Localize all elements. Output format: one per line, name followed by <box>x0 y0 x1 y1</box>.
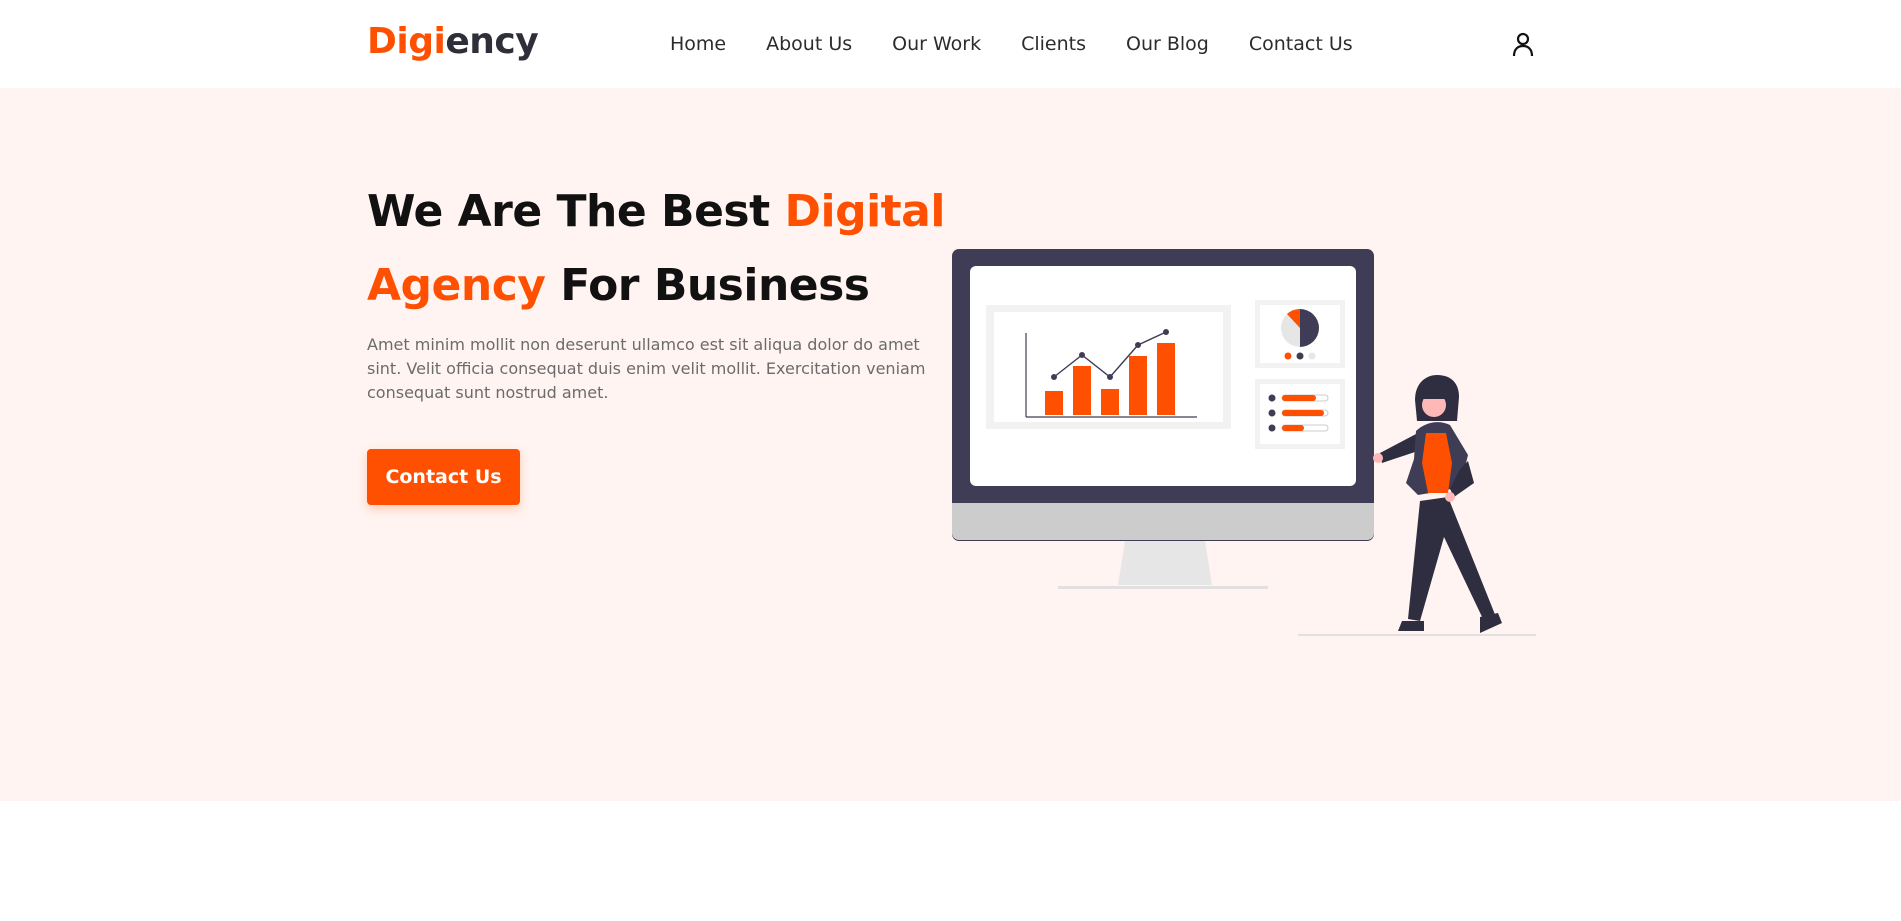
contact-us-button[interactable]: Contact Us <box>367 449 520 505</box>
logo-part2: ency <box>445 21 539 62</box>
list-dot <box>1268 409 1276 417</box>
person-hand <box>1445 492 1455 502</box>
chart-point <box>1163 329 1169 335</box>
hero-headline: We Are The Best Digital Agency For Busin… <box>367 175 947 323</box>
chart-point <box>1135 342 1141 348</box>
nav-about-us[interactable]: About Us <box>766 30 852 58</box>
nav-contact-us[interactable]: Contact Us <box>1249 30 1353 58</box>
list-bar-fill <box>1282 425 1304 431</box>
nav-our-work[interactable]: Our Work <box>892 30 981 58</box>
chart-bar <box>1045 391 1063 415</box>
list-bar-fill <box>1282 395 1316 401</box>
chart-point <box>1079 352 1085 358</box>
monitor-stand <box>1118 541 1212 585</box>
person-shoe <box>1398 621 1424 631</box>
person-pants <box>1408 497 1496 621</box>
logo[interactable]: Digiency <box>367 18 539 66</box>
hero-illustration <box>952 249 1536 636</box>
hero-description: Amet minim mollit non deserunt ullamco e… <box>367 335 926 402</box>
list-dot <box>1268 394 1276 402</box>
chart-bar <box>1157 343 1175 415</box>
headline-part2: For Business <box>545 260 870 311</box>
user-icon[interactable] <box>1510 30 1536 58</box>
site-header: Digiency Home About Us Our Work Clients … <box>0 0 1901 88</box>
monitor-chin <box>952 503 1374 540</box>
headline-part1: We Are The Best <box>367 186 785 237</box>
nav-home[interactable]: Home <box>670 30 726 58</box>
monitor-base <box>1058 586 1268 589</box>
chart-bar <box>1073 366 1091 415</box>
nav-our-blog[interactable]: Our Blog <box>1126 30 1209 58</box>
list-bar-fill <box>1282 410 1324 416</box>
person-figure <box>1373 375 1502 633</box>
pie-legend-dot <box>1296 352 1304 360</box>
chart-point <box>1051 374 1057 380</box>
logo-part1: Digi <box>367 21 446 62</box>
ground-line <box>1298 634 1536 636</box>
chart-bar <box>1101 389 1119 415</box>
person-hand <box>1373 453 1383 463</box>
chart-point <box>1107 374 1113 380</box>
person-shirt <box>1422 433 1452 493</box>
chart-bar <box>1129 356 1147 415</box>
pie-legend-dot <box>1308 352 1316 360</box>
list-dot <box>1268 424 1276 432</box>
nav-clients[interactable]: Clients <box>1021 30 1086 58</box>
main-nav: Home About Us Our Work Clients Our Blog … <box>670 30 1393 58</box>
pie-legend-dot <box>1284 352 1292 360</box>
